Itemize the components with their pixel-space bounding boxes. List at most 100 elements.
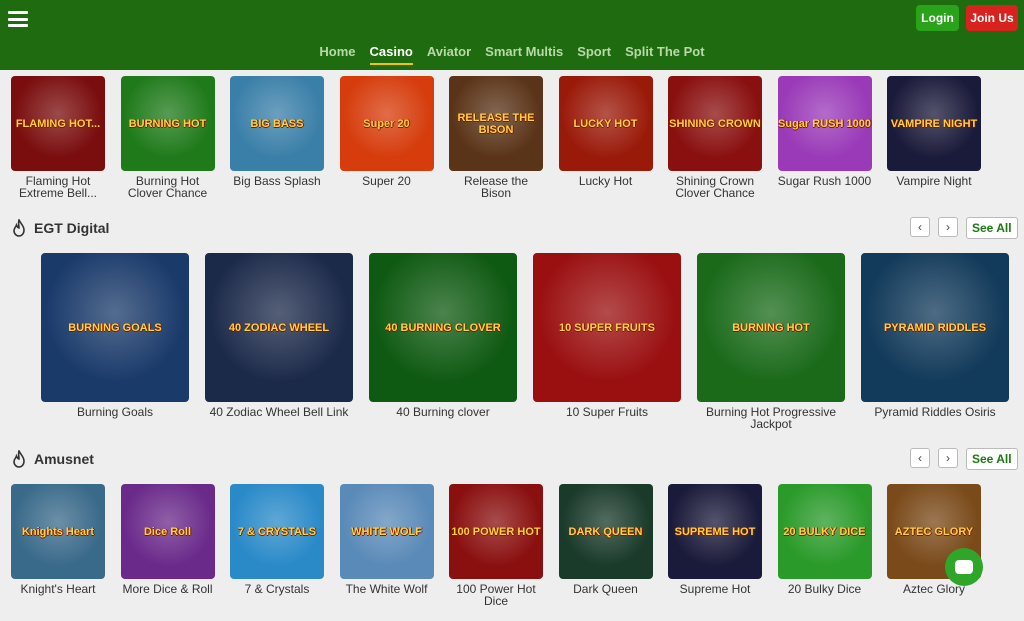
game-tile[interactable]: BURNING HOT Burning Hot Progressive Jackp… <box>697 253 845 430</box>
game-art-title: AZTEC GLORY <box>894 525 974 538</box>
game-art-title: DARK QUEEN <box>568 525 643 538</box>
game-name: Dark Queen <box>573 582 638 596</box>
game-tile[interactable]: PYRAMID RIDDLES Pyramid Riddles Osiris <box>861 253 1009 418</box>
nav-aviator[interactable]: Aviator <box>427 44 471 65</box>
game-art-title: 40 ZODIAC WHEEL <box>228 321 330 334</box>
game-name: 40 Burning clover <box>396 405 490 419</box>
game-tile[interactable]: 10 SUPER FRUITS 10 Super Fruits <box>533 253 681 418</box>
game-tile[interactable]: DARK QUEEN Dark Queen <box>558 484 653 596</box>
game-art-title: 100 POWER HOT <box>451 525 541 538</box>
game-tile[interactable]: Dice Roll More Dice & Roll <box>120 484 215 596</box>
amusnet-see-all-button[interactable]: See All <box>966 448 1018 470</box>
game-name: Burning Hot Progressive Jackpot <box>705 405 837 431</box>
game-art-title: VAMPIRE NIGHT <box>890 117 978 130</box>
game-thumbnail[interactable]: 40 BURNING CLOVER <box>369 253 517 402</box>
egt-section-header: EGT Digital <box>12 219 109 237</box>
game-tile[interactable]: Sugar RUSH 1000 Sugar Rush 1000 <box>777 76 872 187</box>
nav-smart-multis[interactable]: Smart Multis <box>485 44 563 65</box>
egt-see-all-button[interactable]: See All <box>966 217 1018 239</box>
game-tile[interactable]: Super 20 Super 20 <box>339 76 434 188</box>
game-tile[interactable]: 7 & CRYSTALS 7 & Crystals <box>230 484 324 595</box>
game-name: Super 20 <box>362 174 411 188</box>
game-thumbnail[interactable]: WHITE WOLF <box>339 484 434 579</box>
game-thumbnail[interactable]: BIG BASS <box>230 76 324 171</box>
game-thumbnail[interactable]: BURNING HOT <box>697 253 845 402</box>
game-tile[interactable]: BIG BASS Big Bass Splash <box>230 76 324 187</box>
egt-next-button[interactable]: › <box>938 217 958 237</box>
game-name: 7 & Crystals <box>244 582 310 596</box>
game-tile[interactable]: BURNING GOALS Burning Goals <box>41 253 189 418</box>
game-tile[interactable]: 40 ZODIAC WHEEL 40 Zodiac Wheel Bell Link <box>205 253 353 418</box>
game-tile[interactable]: 40 BURNING CLOVER 40 Burning clover <box>369 253 517 418</box>
nav-home[interactable]: Home <box>319 44 355 65</box>
game-thumbnail[interactable]: 40 ZODIAC WHEEL <box>205 253 353 402</box>
game-name: Flaming Hot Extreme Bell... <box>18 174 98 200</box>
game-name: The White Wolf <box>345 582 428 596</box>
fire-icon <box>13 219 25 237</box>
game-thumbnail[interactable]: DARK QUEEN <box>558 484 653 579</box>
game-name: More Dice & Roll <box>122 582 213 596</box>
game-art-title: WHITE WOLF <box>351 525 422 538</box>
amusnet-controls: ‹ › See All <box>910 448 1018 470</box>
game-thumbnail[interactable]: BURNING HOT <box>120 76 215 171</box>
game-name: Big Bass Splash <box>233 174 321 188</box>
game-thumbnail[interactable]: 20 BULKY DICE <box>777 484 872 579</box>
game-tile[interactable]: RELEASE THE BISON Release the Bison <box>449 76 543 199</box>
game-art-title: Sugar RUSH 1000 <box>778 117 871 130</box>
nav-sport[interactable]: Sport <box>577 44 611 65</box>
game-art-title: FLAMING HOT... <box>15 117 101 130</box>
join-button[interactable]: Join Us <box>966 5 1018 31</box>
game-art-title: 7 & CRYSTALS <box>237 525 317 538</box>
game-tile[interactable]: LUCKY HOT Lucky Hot <box>558 76 653 187</box>
egt-prev-button[interactable]: ‹ <box>910 217 930 237</box>
game-thumbnail[interactable]: 7 & CRYSTALS <box>230 484 324 579</box>
chat-button[interactable] <box>945 548 983 586</box>
game-art-title: Super 20 <box>363 117 410 130</box>
amusnet-section-title: Amusnet <box>34 451 94 467</box>
game-name: Knight's Heart <box>20 582 96 596</box>
game-thumbnail[interactable]: PYRAMID RIDDLES <box>861 253 1009 402</box>
game-tile[interactable]: Knights Heart Knight's Heart <box>11 484 105 595</box>
game-tile[interactable]: 20 BULKY DICE 20 Bulky Dice <box>777 484 872 596</box>
game-name: Burning Goals <box>76 405 154 419</box>
game-name: 20 Bulky Dice <box>787 582 862 596</box>
top-header: Login Join Us Home Casino Aviator Smart … <box>0 0 1024 70</box>
game-art-title: BURNING GOALS <box>68 321 162 334</box>
game-tile[interactable]: SUPREME HOT Supreme Hot <box>668 484 762 595</box>
game-tile[interactable]: SHINING CROWN Shining Crown Clover Chance <box>668 76 762 199</box>
game-thumbnail[interactable]: FLAMING HOT... <box>11 76 105 171</box>
game-thumbnail[interactable]: Super 20 <box>339 76 434 171</box>
game-thumbnail[interactable]: Knights Heart <box>11 484 105 579</box>
game-thumbnail[interactable]: Sugar RUSH 1000 <box>777 76 872 171</box>
game-thumbnail[interactable]: VAMPIRE NIGHT <box>887 76 981 171</box>
game-thumbnail[interactable]: Dice Roll <box>120 484 215 579</box>
game-name: 10 Super Fruits <box>565 405 649 419</box>
game-thumbnail[interactable]: BURNING GOALS <box>41 253 189 402</box>
nav-split-the-pot[interactable]: Split The Pot <box>625 44 704 65</box>
game-thumbnail[interactable]: 10 SUPER FRUITS <box>533 253 681 402</box>
amusnet-prev-button[interactable]: ‹ <box>910 448 930 468</box>
egt-section-title: EGT Digital <box>34 220 110 236</box>
game-thumbnail[interactable]: SHINING CROWN <box>668 76 762 171</box>
game-thumbnail[interactable]: LUCKY HOT <box>558 76 653 171</box>
game-tile[interactable]: FLAMING HOT... Flaming Hot Extreme Bell..… <box>11 76 105 199</box>
amusnet-section-header: Amusnet <box>12 450 94 468</box>
game-thumbnail[interactable]: SUPREME HOT <box>668 484 762 579</box>
game-art-title: 20 BULKY DICE <box>783 525 866 538</box>
game-tile[interactable]: WHITE WOLF The White Wolf <box>339 484 434 596</box>
game-thumbnail[interactable]: RELEASE THE BISON <box>449 76 543 171</box>
amusnet-next-button[interactable]: › <box>938 448 958 468</box>
game-tile[interactable]: 100 POWER HOT 100 Power Hot Dice <box>449 484 543 607</box>
games-row-top: FLAMING HOT... Flaming Hot Extreme Bell..… <box>0 76 1024 200</box>
nav-casino[interactable]: Casino <box>369 44 413 65</box>
game-name: Pyramid Riddles Osiris <box>874 405 996 419</box>
game-thumbnail[interactable]: 100 POWER HOT <box>449 484 543 579</box>
game-name: Vampire Night <box>896 174 972 188</box>
login-button[interactable]: Login <box>916 5 959 31</box>
fire-icon <box>13 450 25 468</box>
game-tile[interactable]: VAMPIRE NIGHT Vampire Night <box>887 76 981 187</box>
game-tile[interactable]: BURNING HOT Burning Hot Clover Chance <box>120 76 215 199</box>
game-art-title: RELEASE THE BISON <box>457 111 535 136</box>
egt-controls: ‹ › See All <box>910 217 1018 239</box>
menu-icon[interactable] <box>8 11 28 27</box>
